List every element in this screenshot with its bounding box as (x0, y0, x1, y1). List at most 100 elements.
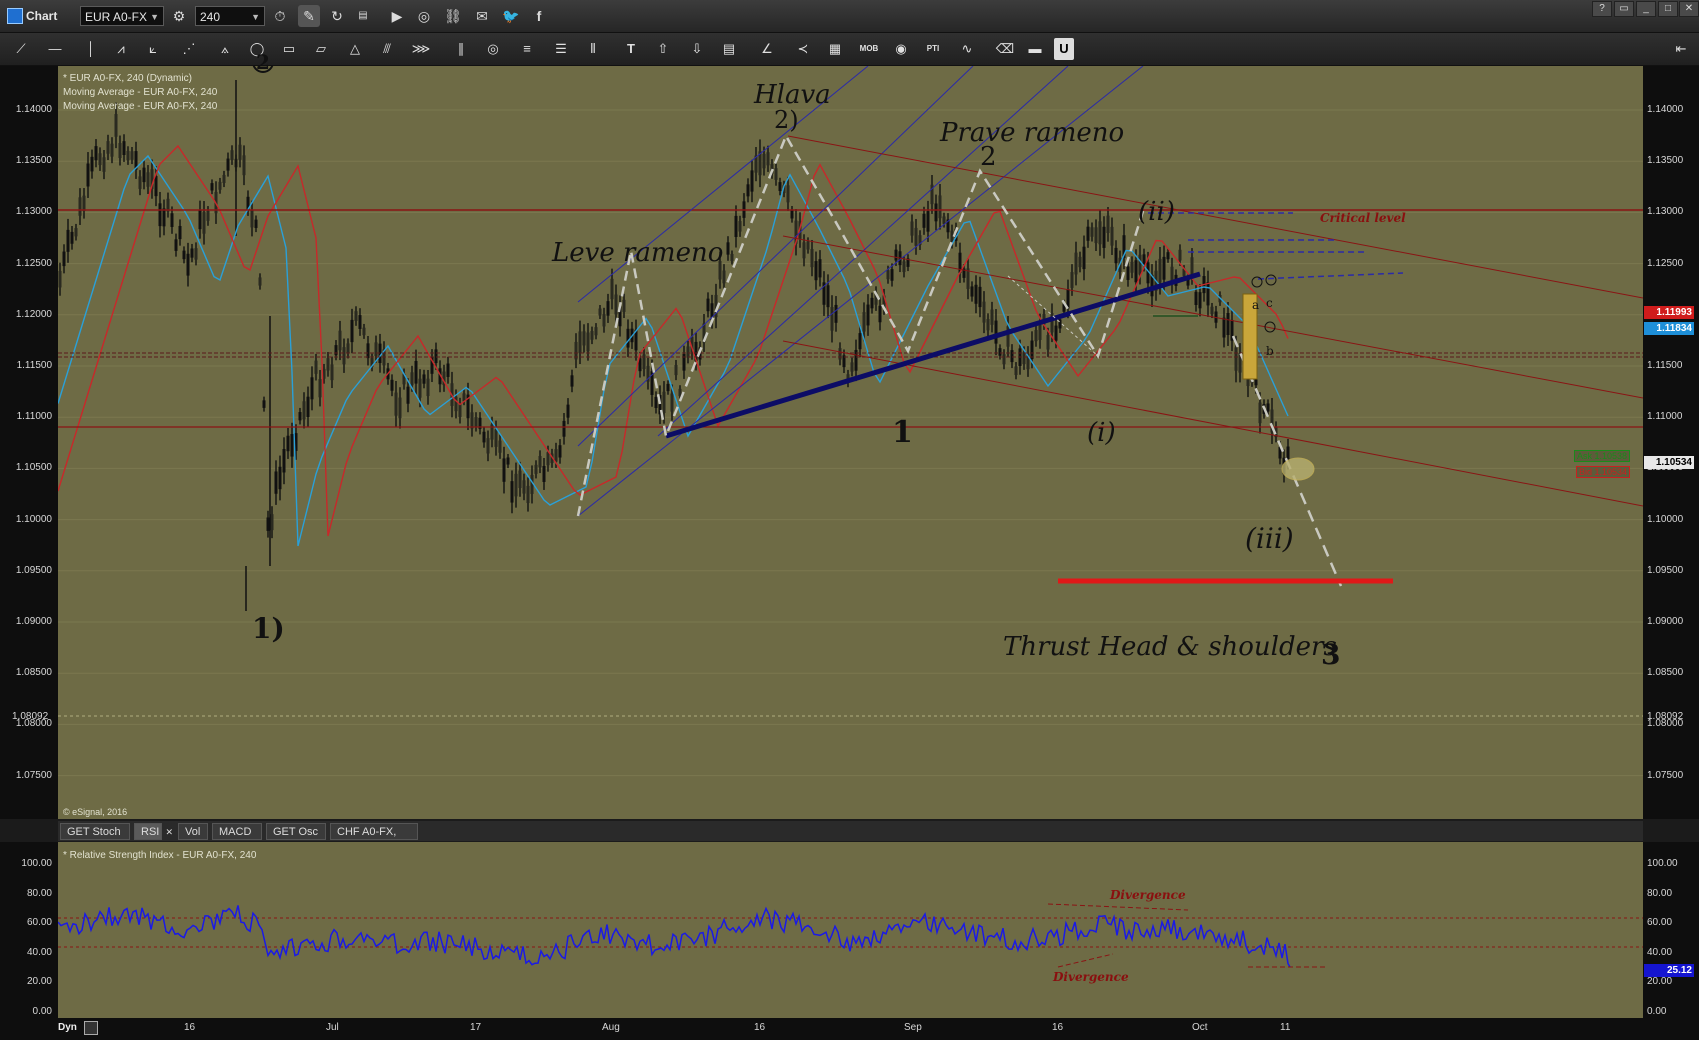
circles-icon[interactable]: ◎ (480, 38, 506, 60)
tab-get-osc[interactable]: GET Osc (266, 823, 326, 840)
tab-rsi[interactable]: RSI ✕ (134, 823, 173, 840)
text-tool-icon[interactable]: T (618, 38, 644, 60)
fib-extension-icon[interactable]: ☰ (548, 38, 574, 60)
eraser-icon[interactable]: ⌫ (992, 38, 1018, 60)
speed-lines-icon[interactable]: ⟑ (212, 38, 238, 60)
fan-icon[interactable]: ⟀ (140, 38, 166, 60)
time-label: 16 (1052, 1022, 1064, 1033)
wave-icon[interactable]: ∿ (954, 38, 980, 60)
candle-body (94, 146, 98, 161)
chat-bubble-icon[interactable]: ▬ (1022, 38, 1048, 60)
candle-body (114, 114, 118, 137)
help-button[interactable]: ? (1592, 1, 1612, 17)
candle-body (1106, 215, 1110, 234)
channel-icon[interactable]: ⋙ (408, 38, 434, 60)
candle-body (238, 144, 242, 160)
collapse-toolbar-icon[interactable]: ⇤ (1668, 38, 1694, 60)
gann-icon[interactable]: ⋰ (176, 38, 202, 60)
line-tool-icon[interactable]: ⟋ (8, 38, 34, 60)
dyn-toggle-icon[interactable] (84, 1021, 98, 1035)
pti-icon[interactable]: PTI (920, 38, 946, 60)
candle-body (786, 185, 790, 203)
candle-body (102, 157, 106, 172)
angle-icon[interactable]: ∠ (754, 38, 780, 60)
candle-body (1126, 266, 1130, 280)
magnet-icon[interactable]: U (1054, 38, 1074, 60)
time-label: Aug (602, 1022, 620, 1033)
candle-body (358, 315, 362, 329)
arrow-up-icon[interactable]: ⇧ (650, 38, 676, 60)
comment-icon[interactable]: ✉ (471, 5, 493, 27)
candle-body (990, 309, 994, 325)
restore-button[interactable]: ▭ (1614, 1, 1634, 17)
maximize-button[interactable]: □ (1658, 1, 1678, 17)
candle-body (586, 332, 590, 352)
candle-body (1134, 260, 1138, 283)
facebook-icon[interactable]: f (528, 5, 550, 27)
fibonacci-icon[interactable]: ≡ (514, 38, 540, 60)
horizontal-line-icon[interactable]: — (42, 38, 68, 60)
tab-get-stoch[interactable]: GET Stoch (60, 823, 130, 840)
grid-icon[interactable]: ▦ (822, 38, 848, 60)
link-icon[interactable]: ⛓ (442, 5, 464, 27)
candle-body (554, 449, 558, 462)
candle-body (106, 141, 110, 154)
quote-icon[interactable]: ▤ (352, 5, 374, 27)
candle-body (1138, 254, 1142, 275)
symbol-combo[interactable]: EUR A0-FX ▼ (80, 6, 164, 26)
candle-body (578, 331, 582, 354)
rectangle-icon[interactable]: ▭ (276, 38, 302, 60)
close-button[interactable]: ✕ (1679, 1, 1699, 17)
candle-body (926, 211, 930, 232)
price-tag-ma-blue: 1.11834 (1644, 322, 1694, 335)
vertical-line-icon[interactable]: │ (78, 38, 104, 60)
volume-profile-icon[interactable]: ▤ (716, 38, 742, 60)
candle-body (230, 150, 234, 160)
candle-body (158, 203, 162, 227)
parallel-lines-icon[interactable]: ∥ (448, 38, 474, 60)
right-price-label: 1.13500 (1647, 155, 1684, 167)
twitter-icon[interactable]: 🐦 (500, 5, 522, 27)
interval-combo[interactable]: 240 ▼ (195, 6, 265, 26)
tab-macd[interactable]: MACD (212, 823, 262, 840)
candle-body (1102, 226, 1106, 248)
cycle-lines-icon[interactable]: ⦀ (580, 38, 606, 60)
trend-angle-icon[interactable]: ≺ (790, 38, 816, 60)
minimize-button[interactable]: _ (1636, 1, 1656, 17)
candle-body (510, 481, 514, 503)
refresh-icon[interactable]: ↻ (326, 5, 348, 27)
play-icon[interactable]: ▶ (386, 5, 408, 27)
tab-chf-a0-fx-240[interactable]: CHF A0-FX, 240 (330, 823, 418, 855)
candle-body (622, 299, 626, 312)
candle-body (186, 253, 190, 276)
left-price-label: 1.14000 (15, 104, 52, 115)
candle-body (86, 163, 90, 187)
globe-icon[interactable]: ◎ (413, 5, 435, 27)
rsi-pane[interactable] (58, 842, 1643, 1018)
candle-body (626, 328, 630, 348)
price-chart-pane[interactable] (58, 66, 1643, 819)
candle-body (290, 434, 294, 457)
left-price-label: 1.10500 (15, 462, 52, 474)
left-price-label: 1.11000 (16, 411, 52, 423)
close-tab-icon[interactable]: ✕ (165, 824, 173, 841)
polyline-icon[interactable]: ⩘ (108, 38, 134, 60)
interval-clock-icon[interactable]: ⏱ (269, 5, 291, 27)
draw-pen-icon[interactable]: ✎ (298, 5, 320, 27)
triangle-icon[interactable]: △ (342, 38, 368, 60)
arrow-down-icon[interactable]: ⇩ (684, 38, 710, 60)
right-rsi-label: 20.00 (1647, 976, 1673, 987)
candle-body (426, 378, 430, 397)
mob-icon[interactable]: MOB (856, 38, 882, 60)
pitchfork-icon[interactable]: ⫻ (374, 38, 400, 60)
tab-vol[interactable]: Vol (178, 823, 208, 840)
candle-body (1178, 249, 1182, 261)
candle-body (1190, 257, 1194, 276)
eye-icon[interactable]: ◉ (888, 38, 914, 60)
left-rsi-label: 40.00 (26, 946, 52, 958)
right-price-label: 1.09000 (1647, 616, 1684, 627)
candle-body (270, 514, 274, 531)
left-price-label: 1.08500 (15, 667, 52, 679)
parallelogram-icon[interactable]: ▱ (308, 38, 334, 60)
symbol-settings-icon[interactable]: ⚙ (168, 5, 190, 27)
